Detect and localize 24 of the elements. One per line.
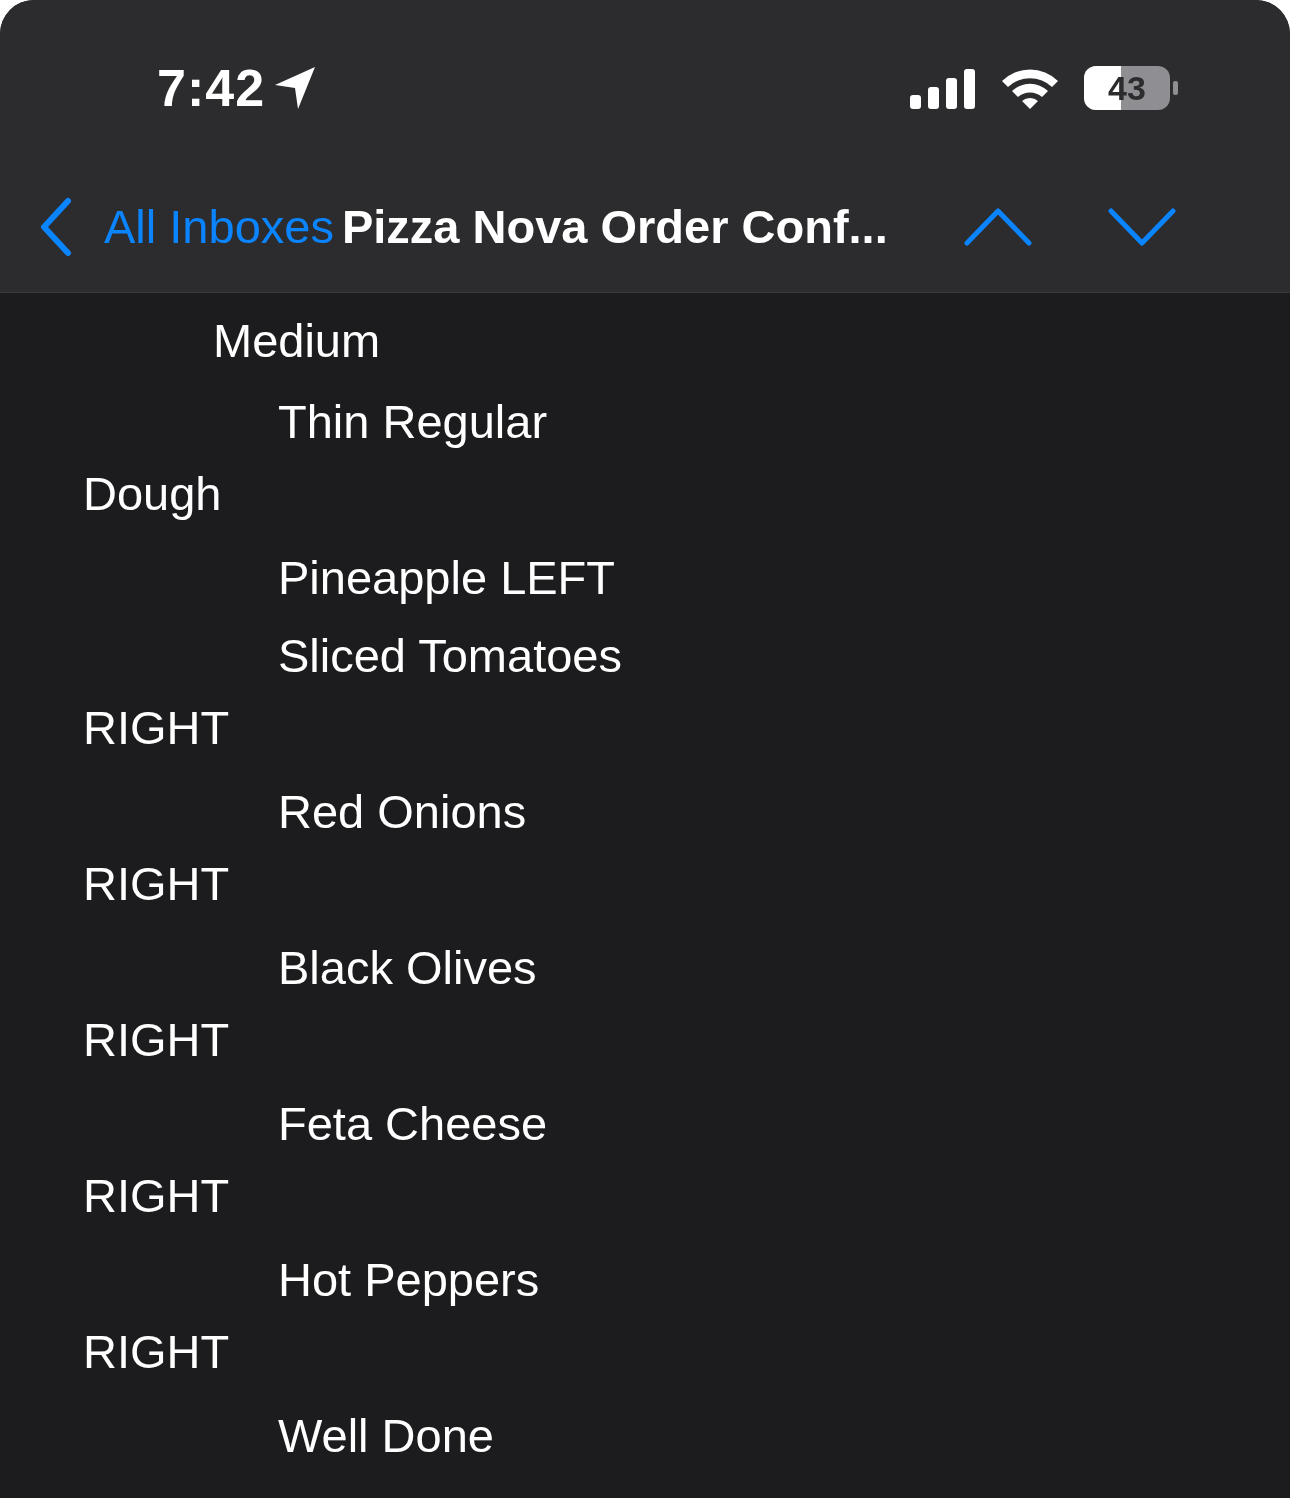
email-text-line: RIGHT	[83, 1011, 230, 1067]
email-text-line: Hot Peppers	[278, 1251, 540, 1307]
email-text-line: RIGHT	[83, 1167, 230, 1223]
email-text-line: Black Olives	[278, 939, 537, 995]
email-text-line: RIGHT	[83, 1323, 230, 1379]
next-message-icon[interactable]	[1107, 206, 1176, 247]
email-text-line: Well Done	[278, 1407, 494, 1463]
email-subject-title: Pizza Nova Order Conf...	[341, 199, 888, 254]
email-text-line: RIGHT	[83, 855, 230, 911]
signal-icon	[910, 67, 976, 109]
wifi-icon	[1000, 67, 1060, 109]
previous-message-icon[interactable]	[963, 206, 1032, 247]
email-text-line: Feta Cheese	[278, 1095, 548, 1151]
back-button[interactable]: All Inboxes	[38, 196, 334, 257]
back-chevron-icon	[38, 196, 74, 257]
email-text-line: Red Onions	[278, 783, 527, 839]
email-text-line: Pineapple LEFT	[278, 549, 616, 605]
email-text-line: Thin Regular	[278, 393, 548, 449]
email-text-line: RIGHT	[83, 699, 230, 755]
email-text-line: Medium	[213, 312, 381, 368]
email-text-line: Sliced Tomatoes	[278, 627, 622, 683]
status-time: 7:42	[157, 58, 266, 118]
location-arrow-icon	[273, 65, 318, 111]
email-text-line: Dough	[83, 465, 222, 521]
